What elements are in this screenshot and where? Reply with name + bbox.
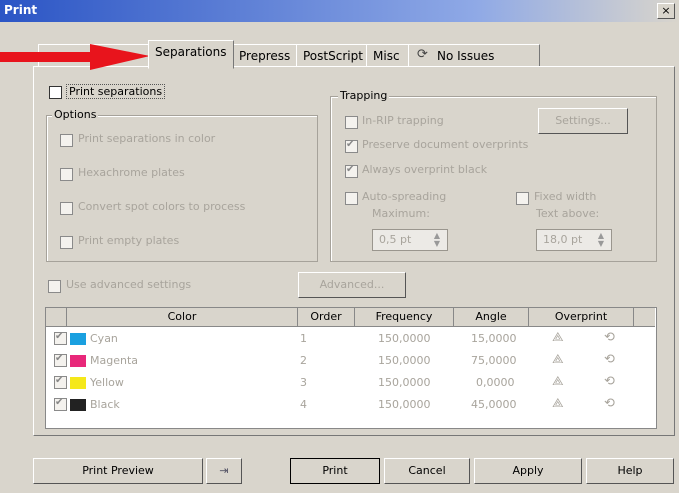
row-color-name: Magenta (90, 354, 139, 367)
convert-spot-label: Convert spot colors to process (78, 200, 246, 213)
overprint-fill-icon[interactable]: ⟁ (552, 374, 564, 389)
preview-arrow-icon: ⇥ (219, 464, 229, 477)
tab-no-issues-label: No Issues (437, 49, 495, 63)
header-overprint[interactable]: Overprint (529, 308, 634, 327)
spinner-arrows-icon[interactable]: ▲ ▼ (429, 232, 445, 248)
row-angle: 75,0000 (471, 354, 517, 367)
header-angle[interactable]: Angle (454, 308, 529, 327)
print-separations-checkbox[interactable] (49, 86, 62, 99)
print-in-color-label: Print separations in color (78, 132, 216, 145)
tab-postscript[interactable]: PostScript (296, 44, 368, 67)
row-color-name: Yellow (90, 376, 124, 389)
row-color-name: Cyan (90, 332, 118, 345)
use-advanced-checkbox[interactable] (48, 280, 61, 293)
auto-spreading-checkbox[interactable] (345, 192, 358, 205)
row-order: 1 (300, 332, 307, 345)
table-row[interactable]: Yellow 3 150,0000 0,0000 ⟁ ⟲ (46, 374, 646, 392)
separations-table: Color Order Frequency Angle Overprint Cy… (45, 307, 657, 429)
print-separations-label: Print separations (66, 84, 166, 99)
print-in-color-checkbox[interactable] (60, 134, 73, 147)
in-rip-label: In-RIP trapping (362, 114, 444, 127)
header-order[interactable]: Order (298, 308, 355, 327)
maximum-value: 0,5 pt (379, 233, 412, 246)
annotation-arrow-icon (0, 44, 150, 70)
tab-separations[interactable]: Separations (148, 40, 234, 69)
window-title: Print (4, 3, 38, 17)
title-bar: Print × (0, 0, 679, 22)
preserve-overprints-label: Preserve document overprints (362, 138, 529, 151)
yellow-swatch (70, 377, 86, 389)
print-empty-label: Print empty plates (78, 234, 180, 247)
overprint-fill-icon[interactable]: ⟁ (552, 396, 564, 411)
tab-no-issues[interactable]: ⟳ No Issues (408, 44, 540, 67)
row-order: 3 (300, 376, 307, 389)
table-row[interactable]: Cyan 1 150,0000 15,0000 ⟁ ⟲ (46, 330, 646, 348)
in-rip-checkbox[interactable] (345, 116, 358, 129)
header-frequency[interactable]: Frequency (355, 308, 454, 327)
black-swatch (70, 399, 86, 411)
row-color-name: Black (90, 398, 120, 411)
always-overprint-black-label: Always overprint black (362, 163, 488, 176)
preview-toggle-button[interactable]: ⇥ (206, 458, 242, 484)
table-header-spacer (46, 308, 67, 327)
row-frequency: 150,0000 (378, 332, 431, 345)
close-button[interactable]: × (657, 3, 675, 19)
options-group-label: Options (52, 108, 99, 121)
row-angle: 45,0000 (471, 398, 517, 411)
print-preview-button[interactable]: Print Preview (33, 458, 203, 484)
cancel-button[interactable]: Cancel (384, 458, 470, 484)
text-above-spinner[interactable]: 18,0 pt ▲ ▼ (536, 229, 612, 251)
overprint-outline-icon[interactable]: ⟲ (604, 396, 615, 411)
text-above-label: Text above: (536, 207, 600, 220)
hexachrome-checkbox[interactable] (60, 168, 73, 181)
always-overprint-black-checkbox[interactable] (345, 164, 358, 178)
overprint-outline-icon[interactable]: ⟲ (604, 330, 615, 345)
row-frequency: 150,0000 (378, 354, 431, 367)
tab-prepress[interactable]: Prepress (232, 44, 298, 67)
use-advanced-label: Use advanced settings (66, 278, 192, 291)
overprint-fill-icon[interactable]: ⟁ (552, 330, 564, 345)
overprint-outline-icon[interactable]: ⟲ (604, 352, 615, 367)
table-header-end (634, 308, 655, 327)
print-empty-checkbox[interactable] (60, 236, 73, 249)
row-enable-checkbox[interactable] (54, 375, 67, 389)
spinner-arrows-icon[interactable]: ▲ ▼ (593, 232, 609, 248)
maximum-spinner[interactable]: 0,5 pt ▲ ▼ (372, 229, 448, 251)
row-enable-checkbox[interactable] (54, 331, 67, 345)
row-angle: 15,0000 (471, 332, 517, 345)
convert-spot-checkbox[interactable] (60, 202, 73, 215)
row-frequency: 150,0000 (378, 398, 431, 411)
table-row[interactable]: Magenta 2 150,0000 75,0000 ⟁ ⟲ (46, 352, 646, 370)
row-enable-checkbox[interactable] (54, 353, 67, 367)
header-color[interactable]: Color (67, 308, 298, 327)
overprint-fill-icon[interactable]: ⟁ (552, 352, 564, 367)
table-row[interactable]: Black 4 150,0000 45,0000 ⟁ ⟲ (46, 396, 646, 414)
row-order: 4 (300, 398, 307, 411)
row-frequency: 150,0000 (378, 376, 431, 389)
text-above-value: 18,0 pt (543, 233, 583, 246)
tab-misc[interactable]: Misc (366, 44, 410, 67)
preserve-overprints-checkbox[interactable] (345, 139, 358, 153)
fixed-width-label: Fixed width (534, 190, 597, 203)
row-order: 2 (300, 354, 307, 367)
cyan-swatch (70, 333, 86, 345)
print-button[interactable]: Print (290, 458, 380, 484)
advanced-button[interactable]: Advanced... (298, 272, 406, 298)
trapping-settings-button[interactable]: Settings... (538, 108, 628, 134)
trapping-group-label: Trapping (338, 89, 390, 102)
magenta-swatch (70, 355, 86, 367)
check-issues-icon: ⟳ (417, 47, 428, 62)
maximum-label: Maximum: (372, 207, 430, 220)
help-button[interactable]: Help (586, 458, 674, 484)
row-angle: 0,0000 (476, 376, 515, 389)
print-dialog: Print × pout Separations Prepress PostSc… (0, 0, 679, 493)
apply-button[interactable]: Apply (474, 458, 582, 484)
overprint-outline-icon[interactable]: ⟲ (604, 374, 615, 389)
hexachrome-label: Hexachrome plates (78, 166, 185, 179)
auto-spreading-label: Auto-spreading (362, 190, 447, 203)
fixed-width-checkbox[interactable] (516, 192, 529, 205)
row-enable-checkbox[interactable] (54, 397, 67, 411)
